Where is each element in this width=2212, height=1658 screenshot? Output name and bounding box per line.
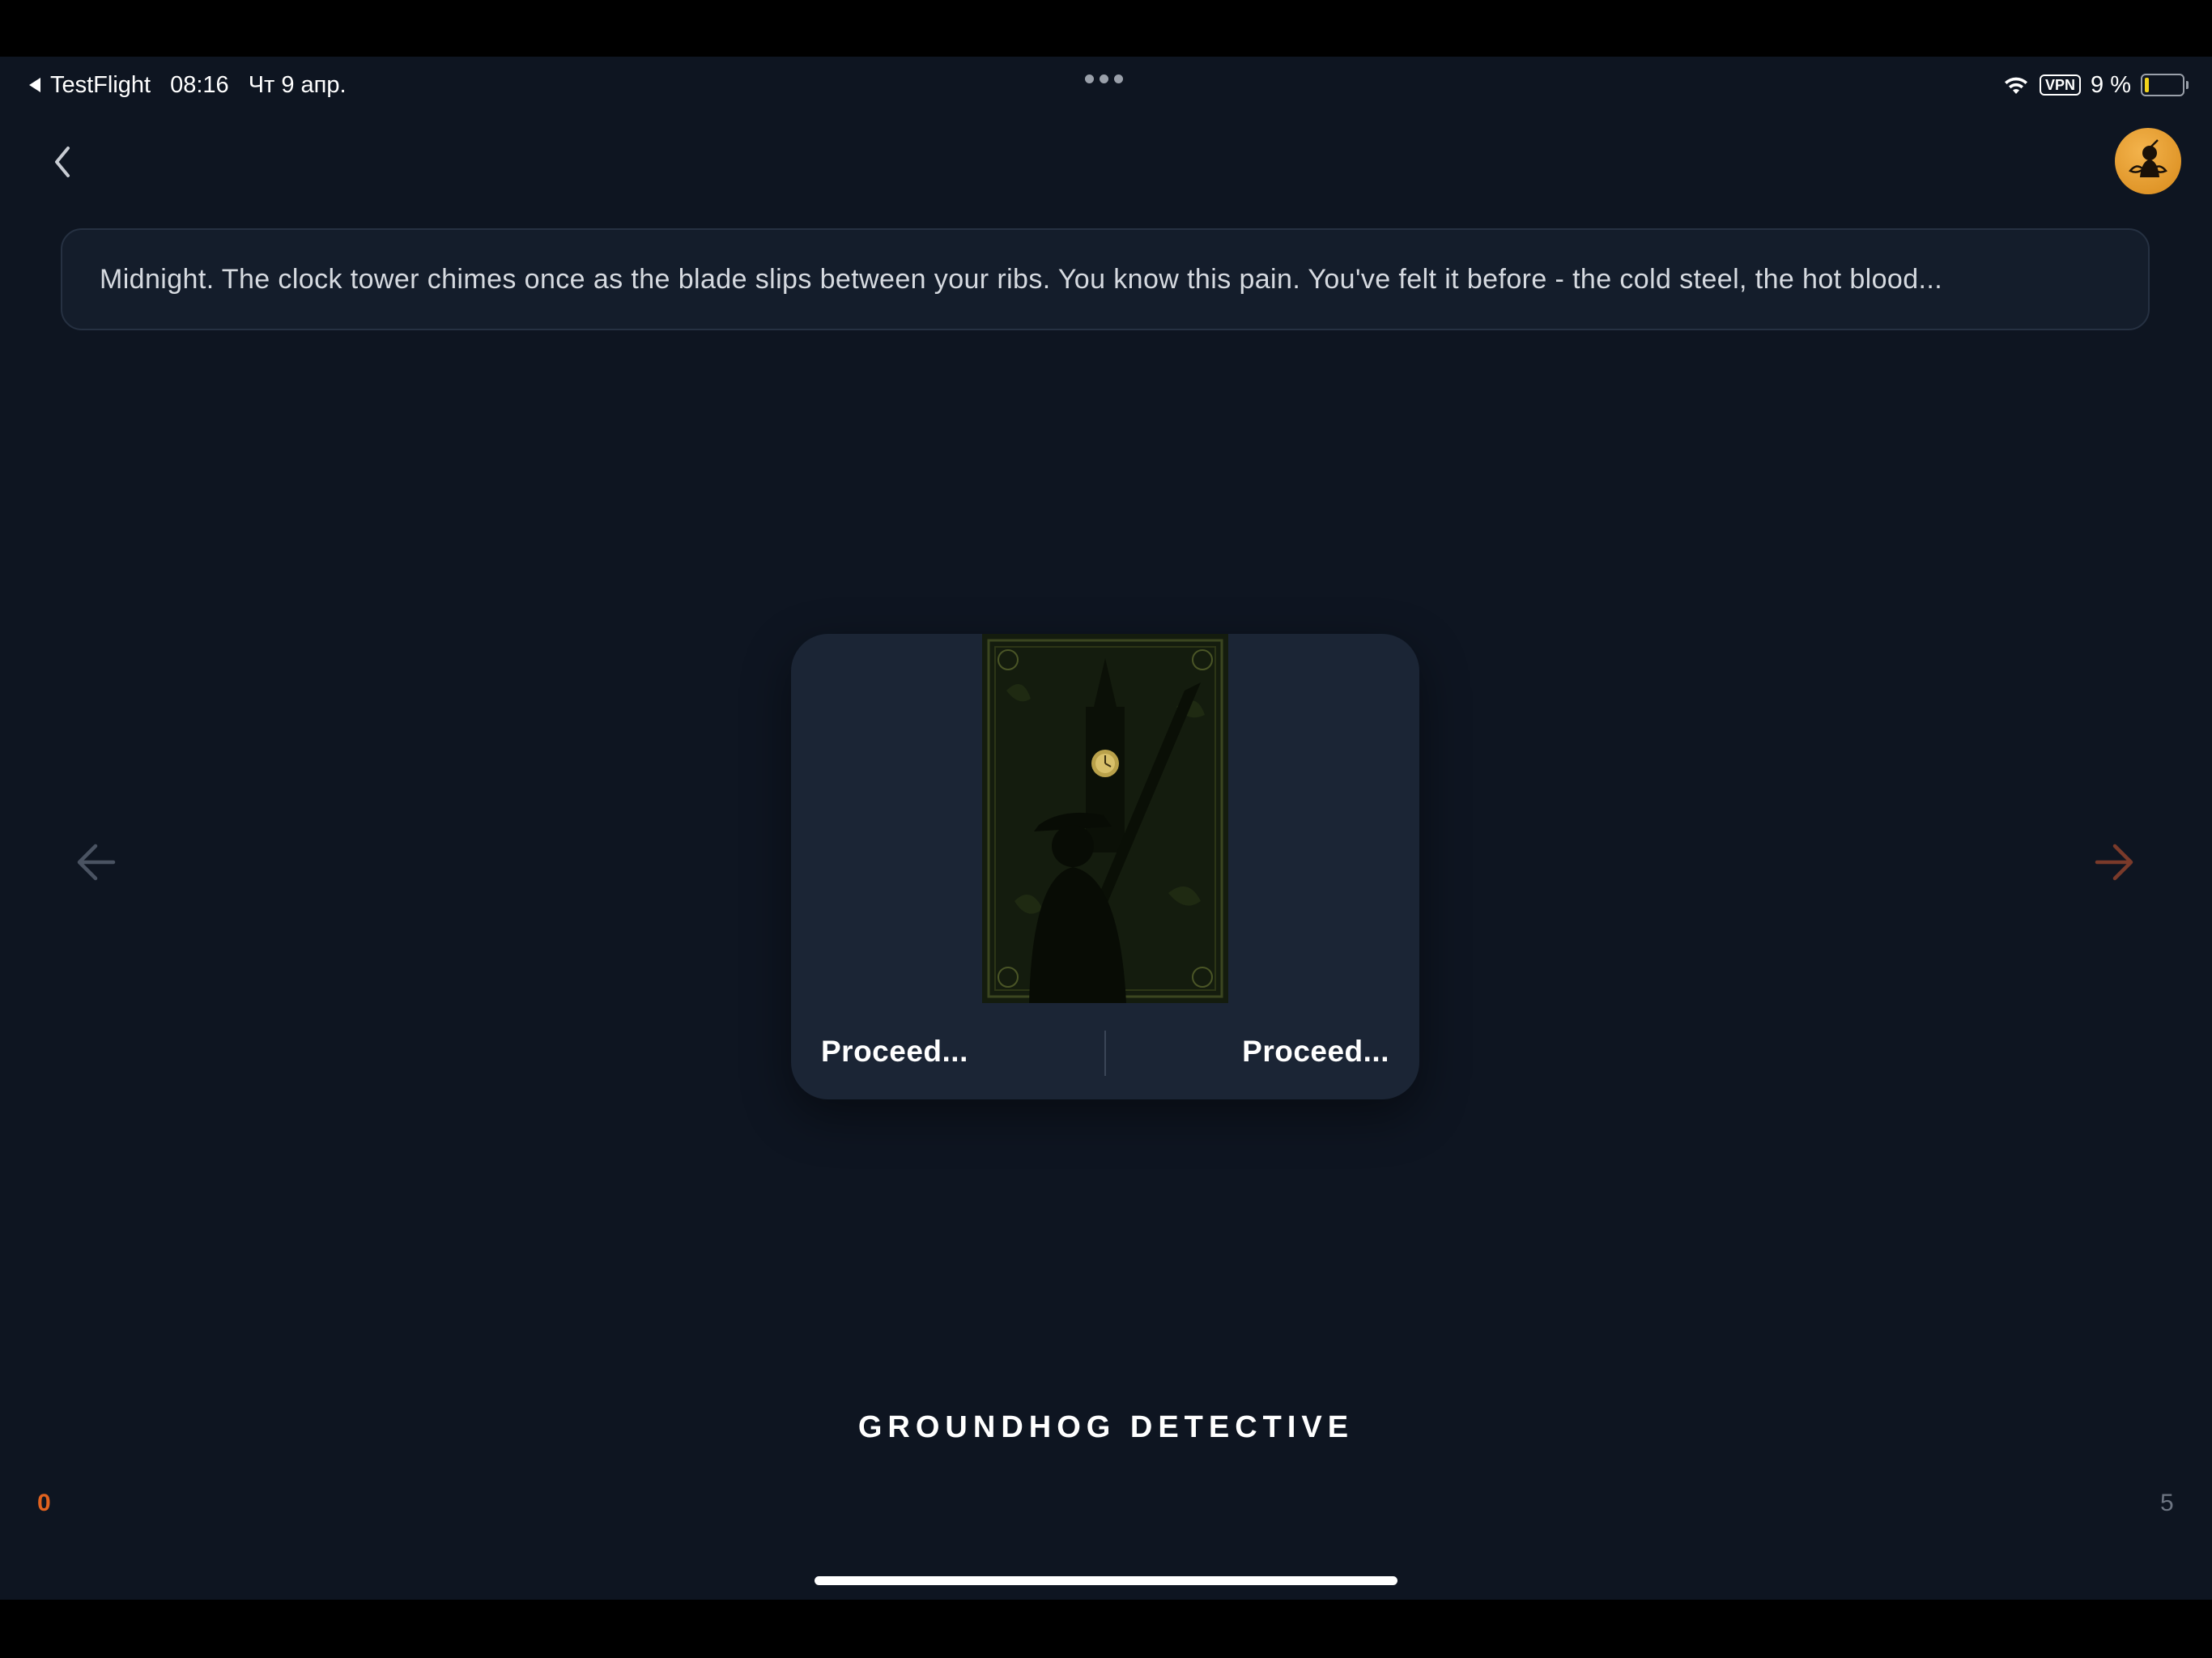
status-bar-left: TestFlight 08:16 Чт 9 апр. [29, 65, 347, 105]
story-text: Midnight. The clock tower chimes once as… [100, 263, 1943, 295]
arrow-left-icon [77, 844, 116, 881]
back-button[interactable] [42, 138, 83, 186]
proceed-right-button[interactable]: Proceed... [1242, 1003, 1389, 1099]
letterbox-bottom [0, 1600, 2212, 1658]
back-app-label: TestFlight [50, 71, 151, 98]
app-screen: TestFlight 08:16 Чт 9 апр. VPN 9 % Midni… [0, 57, 2212, 1600]
clock-tower-detective-illustration [982, 634, 1228, 1003]
avatar[interactable] [2115, 128, 2181, 194]
proceed-left-button[interactable]: Proceed... [821, 1003, 968, 1099]
card-illustration [982, 634, 1228, 1003]
multitasking-dots-icon[interactable] [1085, 74, 1123, 83]
status-bar-right: VPN 9 % [2002, 65, 2189, 105]
status-time: 08:16 [170, 71, 229, 98]
counter-left: 0 [37, 1490, 51, 1516]
back-to-app-link[interactable]: TestFlight [29, 72, 151, 99]
next-arrow-button[interactable] [2091, 838, 2139, 886]
arrow-right-icon [2095, 844, 2133, 881]
avatar-icon [2129, 139, 2167, 177]
story-text-box: Midnight. The clock tower chimes once as… [61, 228, 2150, 330]
battery-icon [2141, 74, 2189, 96]
letterbox-top [0, 0, 2212, 57]
game-title: GROUNDHOG DETECTIVE [857, 1410, 1355, 1444]
counter-right: 5 [2160, 1490, 2174, 1516]
wifi-icon [2005, 77, 2027, 94]
status-date: Чт 9 апр. [248, 71, 347, 98]
story-card[interactable]: Proceed... Proceed... [791, 634, 1419, 1099]
battery-percent: 9 % [2091, 71, 2131, 98]
vpn-badge: VPN [2040, 74, 2082, 96]
home-indicator[interactable] [815, 1576, 1397, 1585]
choice-divider [1104, 1031, 1106, 1076]
back-triangle-icon [29, 78, 40, 92]
chevron-left-icon [55, 147, 70, 177]
previous-arrow-button[interactable] [71, 838, 120, 886]
